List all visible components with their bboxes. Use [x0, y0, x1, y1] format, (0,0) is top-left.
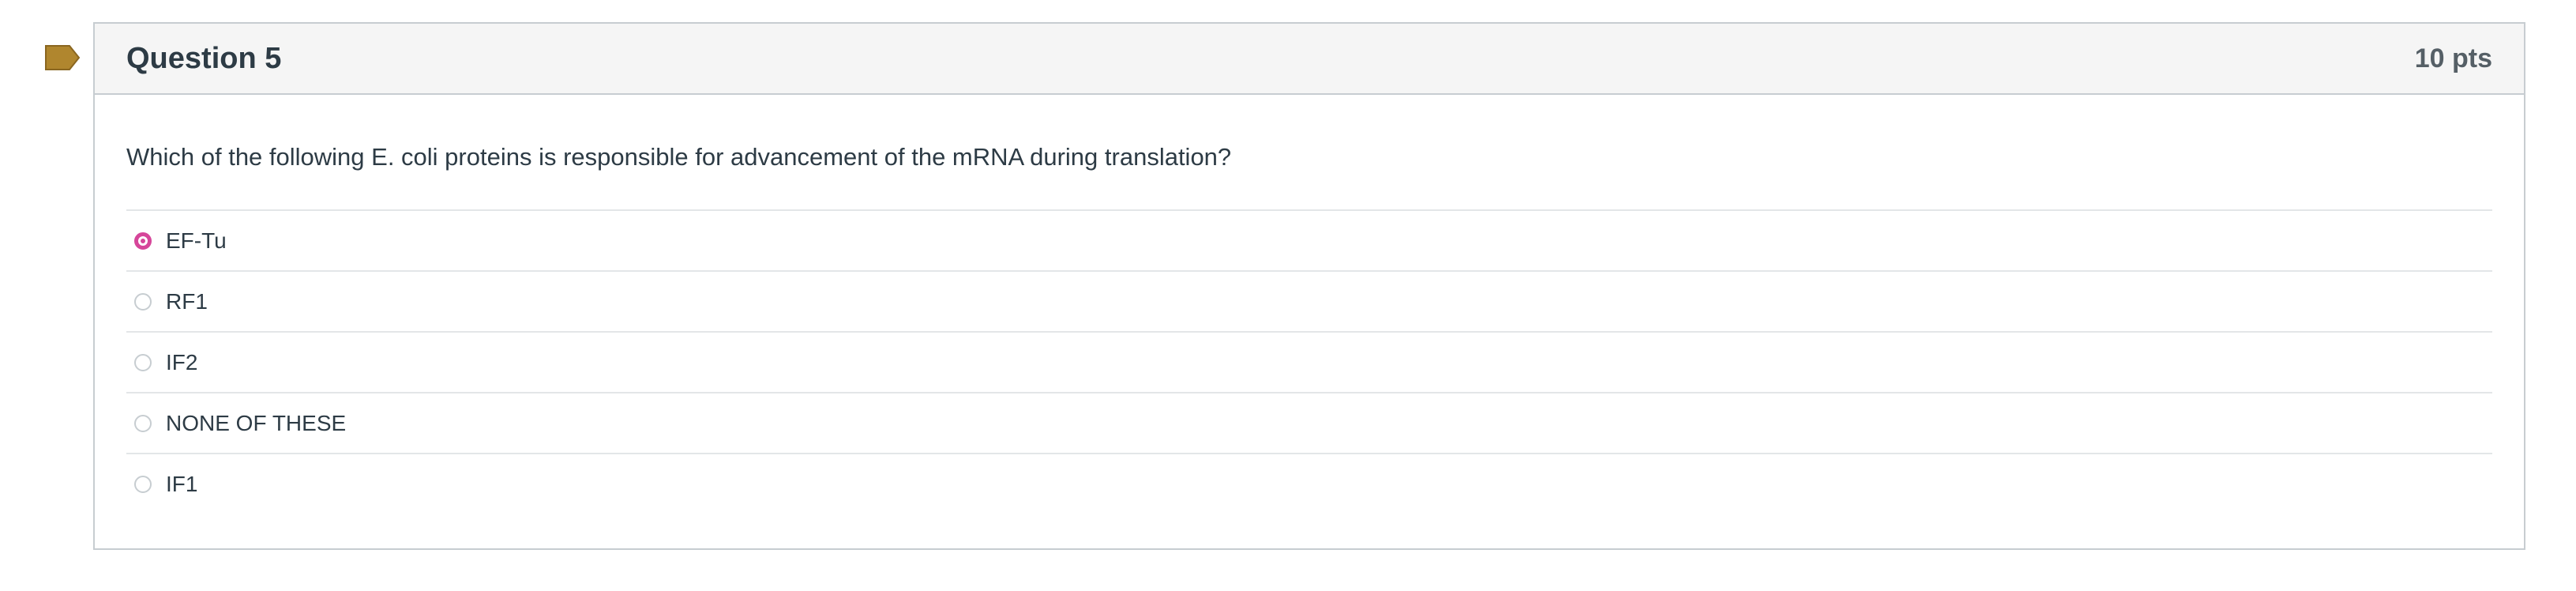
answer-option[interactable]: EF-Tu [126, 211, 2492, 273]
question-title: Question 5 [126, 41, 282, 75]
radio-button[interactable] [134, 475, 152, 493]
question-points: 10 pts [2414, 43, 2492, 73]
answer-list: EF-Tu RF1 IF2 NONE OF THESE IF1 [126, 209, 2492, 514]
answer-label: IF1 [166, 471, 198, 496]
question-header: Question 5 10 pts [95, 24, 2524, 95]
answer-option[interactable]: NONE OF THESE [126, 393, 2492, 455]
answer-label: IF2 [166, 349, 198, 375]
radio-button[interactable] [134, 414, 152, 432]
answer-option[interactable]: IF1 [126, 454, 2492, 514]
answer-label: NONE OF THESE [166, 410, 347, 435]
question-text: Which of the following E. coli proteins … [126, 143, 1232, 171]
question-panel: Question 5 10 pts Which of the following… [93, 22, 2525, 550]
radio-button-selected[interactable] [134, 232, 152, 250]
radio-button[interactable] [134, 353, 152, 371]
answer-option[interactable]: RF1 [126, 272, 2492, 333]
flag-question-icon[interactable] [44, 44, 81, 71]
radio-button[interactable] [134, 292, 152, 311]
answer-option[interactable]: IF2 [126, 333, 2492, 394]
answer-label: RF1 [166, 288, 208, 314]
answer-label: EF-Tu [166, 228, 227, 253]
question-body: Which of the following E. coli proteins … [95, 95, 2524, 514]
